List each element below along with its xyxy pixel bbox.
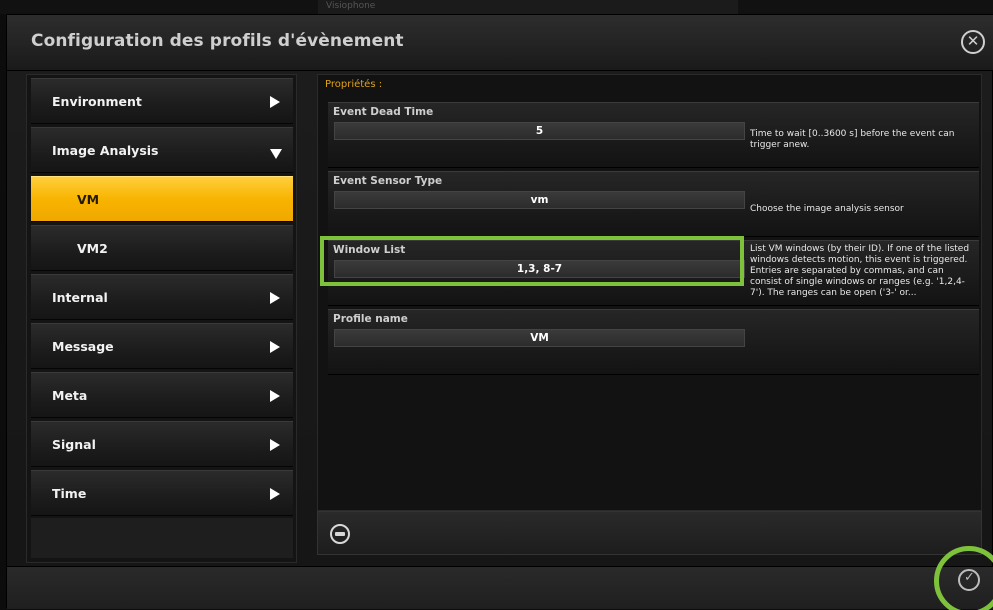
- property-event-dead-time: Event Dead Time 5 Time to wait [0..3600 …: [328, 102, 979, 168]
- event-profile-dialog: Configuration des profils d'évènement ✕ …: [6, 14, 993, 609]
- property-description: Choose the image analysis sensor: [750, 204, 904, 214]
- chevron-right-icon: [270, 488, 280, 500]
- menu-item-label: Image Analysis: [52, 143, 159, 158]
- menu-empty-area: [31, 518, 293, 558]
- close-button[interactable]: ✕: [961, 30, 985, 54]
- property-event-sensor-type: Event Sensor Type vm Choose the image an…: [328, 171, 979, 237]
- property-name: Event Dead Time: [333, 106, 434, 118]
- menu-item-time[interactable]: Time: [31, 470, 293, 516]
- dialog-title: Configuration des profils d'évènement: [31, 31, 404, 51]
- property-name: Event Sensor Type: [333, 175, 443, 187]
- property-profile-name: Profile name VM: [328, 309, 979, 375]
- menu-item-internal[interactable]: Internal: [31, 274, 293, 320]
- chevron-right-icon: [270, 341, 280, 353]
- menu-item-label: VM2: [77, 241, 108, 256]
- chevron-right-icon: [270, 292, 280, 304]
- event-dead-time-input[interactable]: 5: [334, 122, 745, 140]
- menu-item-label: Time: [52, 486, 87, 501]
- menu-item-label: Meta: [52, 388, 88, 403]
- background-label: Visiophone: [326, 1, 376, 11]
- background-panel: Visiophone: [318, 0, 738, 14]
- chevron-right-icon: [270, 439, 280, 451]
- confirm-button[interactable]: ✓: [958, 569, 980, 591]
- event-sensor-type-select[interactable]: vm: [334, 191, 745, 209]
- title-bar: Configuration des profils d'évènement ✕: [7, 15, 993, 71]
- check-icon: ✓: [964, 570, 975, 585]
- menu-item-vm[interactable]: VM: [31, 176, 293, 222]
- menu-item-environment[interactable]: Environment: [31, 78, 293, 124]
- chevron-right-icon: [270, 96, 280, 108]
- menu-item-label: Message: [52, 339, 114, 354]
- properties-panel: Propriétés : Event Dead Time 5 Time to w…: [317, 74, 982, 511]
- property-description: Time to wait [0..3600 s] before the even…: [750, 129, 955, 150]
- menu-item-label: VM: [77, 192, 100, 207]
- menu-item-label: Environment: [52, 94, 142, 109]
- menu-item-vm2[interactable]: VM2: [31, 225, 293, 271]
- properties-footer: [317, 511, 982, 555]
- profile-name-input[interactable]: VM: [334, 329, 745, 347]
- window-list-highlight: [320, 236, 744, 286]
- property-name: Profile name: [333, 313, 408, 325]
- menu-item-message[interactable]: Message: [31, 323, 293, 369]
- properties-heading: Propriétés :: [325, 79, 383, 90]
- menu-item-label: Signal: [52, 437, 96, 452]
- menu-item-signal[interactable]: Signal: [31, 421, 293, 467]
- chevron-right-icon: [270, 390, 280, 402]
- remove-icon[interactable]: [330, 524, 350, 544]
- category-menu: Environment Image Analysis VM VM2 Intern…: [26, 74, 297, 563]
- property-description: List VM windows (by their ID). If one of…: [750, 244, 970, 298]
- menu-item-meta[interactable]: Meta: [31, 372, 293, 418]
- close-icon: ✕: [966, 32, 980, 50]
- menu-item-label: Internal: [52, 290, 108, 305]
- background-window-strip: Visiophone: [0, 0, 993, 14]
- chevron-down-icon: [270, 149, 282, 159]
- dialog-footer: [7, 566, 993, 609]
- menu-item-image-analysis[interactable]: Image Analysis: [31, 127, 293, 173]
